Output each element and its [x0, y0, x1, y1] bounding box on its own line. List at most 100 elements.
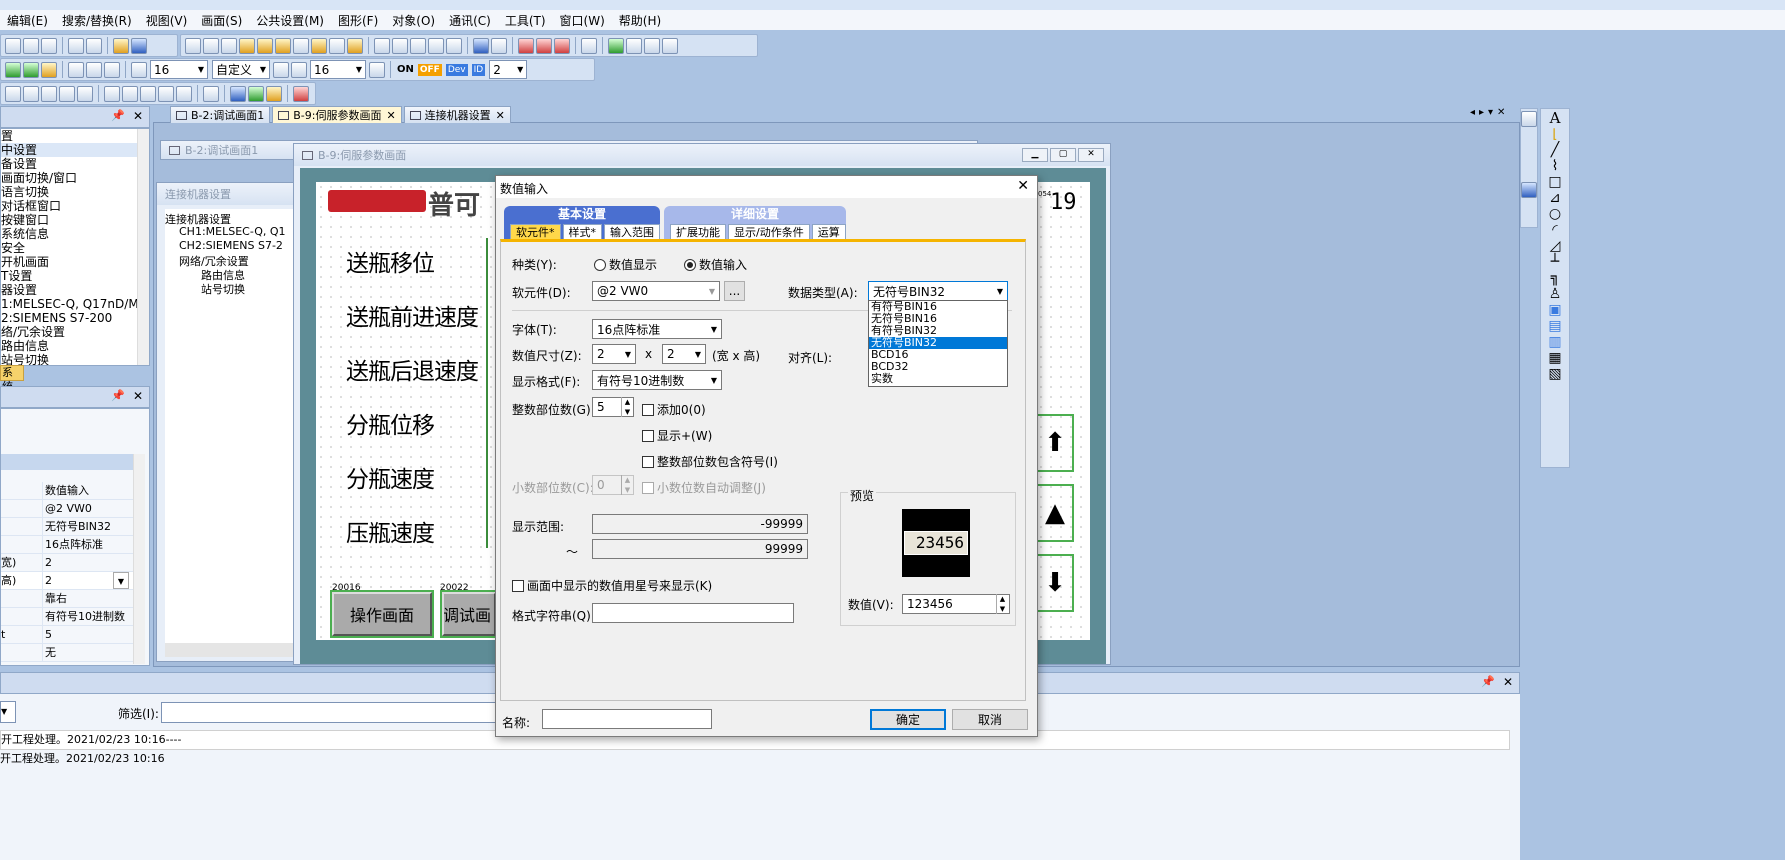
tree-item[interactable]: 络/冗余设置 [1, 325, 149, 339]
arc-tool-icon[interactable]: ◜ [1541, 222, 1569, 238]
tree-item[interactable]: 器设置 [1, 283, 149, 297]
group-icon[interactable] [23, 85, 39, 102]
menu-figure[interactable]: 图形(F) [331, 12, 385, 29]
line-tool-icon[interactable]: ╱ [1541, 142, 1569, 158]
property-row[interactable]: 有符号10进制数 [1, 608, 133, 626]
select-cursor-icon[interactable] [113, 37, 129, 54]
property-row[interactable]: 无 [1, 644, 133, 662]
menu-help[interactable]: 帮助(H) [612, 12, 668, 29]
image-tool-icon[interactable]: ▣ [1541, 302, 1569, 318]
layout-icon[interactable] [392, 37, 408, 54]
property-scrollbar[interactable] [133, 454, 145, 664]
size-width-combo[interactable]: 2 ▼ [592, 344, 636, 364]
menu-window[interactable]: 窗口(W) [553, 12, 612, 29]
simulate-icon[interactable] [626, 37, 642, 54]
data-icon[interactable] [473, 37, 489, 54]
menu-comm[interactable]: 通讯(C) [442, 12, 498, 29]
arrow-icon[interactable] [266, 85, 282, 102]
layout-icon[interactable] [374, 37, 390, 54]
on-toggle[interactable]: ON [397, 64, 414, 75]
window-icon[interactable] [203, 37, 219, 54]
transfer-icon[interactable] [536, 37, 552, 54]
window-icon[interactable] [221, 37, 237, 54]
data-browser-icon[interactable] [1521, 182, 1537, 198]
device-combo[interactable]: @2 VW0 ▼ [592, 281, 720, 301]
forward-icon[interactable] [23, 61, 39, 78]
menu-view[interactable]: 视图(V) [139, 12, 195, 29]
tree-item[interactable]: 按键窗口 [1, 213, 149, 227]
tab-operation[interactable]: 运算 [811, 224, 846, 239]
property-row[interactable]: 宽) 2 [1, 554, 133, 572]
id-toggle[interactable]: ID [471, 63, 486, 76]
transfer-icon[interactable] [518, 37, 534, 54]
zoom-out-icon[interactable] [291, 61, 307, 78]
tab-system[interactable]: 系统 [0, 365, 24, 393]
group-tool-icon[interactable]: ▦ [1541, 350, 1569, 366]
object-icon[interactable] [329, 37, 345, 54]
line-color-icon[interactable] [68, 61, 84, 78]
down-arrow-icon[interactable]: ⬇ [1036, 554, 1074, 612]
point-edit-icon[interactable] [203, 85, 219, 102]
property-row[interactable]: 靠右 [1, 590, 133, 608]
arrow-icon[interactable] [248, 85, 264, 102]
menu-object[interactable]: 对象(O) [385, 12, 442, 29]
screen-icon[interactable] [41, 61, 57, 78]
property-row[interactable]: t5 [1, 626, 133, 644]
zoom-in-icon[interactable] [273, 61, 289, 78]
tree-item[interactable]: 开机画面 [1, 255, 149, 269]
pin-icon[interactable]: 📌 [111, 389, 125, 402]
library-icon[interactable] [1521, 111, 1537, 127]
dropdown-option[interactable]: 实数 [869, 373, 1007, 385]
tab-style[interactable]: 样式* [562, 224, 602, 239]
window-icon[interactable] [185, 37, 201, 54]
value-input[interactable]: 123456 [902, 594, 1010, 614]
layout-icon[interactable] [410, 37, 426, 54]
conn-tree-root[interactable]: 连接机器设置 [165, 211, 295, 226]
output-combo[interactable]: ▼ [0, 701, 16, 723]
dxf-tool-icon[interactable]: ▤ [1541, 318, 1569, 334]
close-icon[interactable]: ✕ [496, 109, 505, 122]
tree-item[interactable]: 语言切换 [1, 185, 149, 199]
menu-search[interactable]: 搜索/替换(R) [55, 12, 139, 29]
ungroup-tool-icon[interactable]: ▧ [1541, 366, 1569, 382]
checkbox-add-zero[interactable]: 添加0(0) [642, 401, 706, 418]
tree-scrollbar[interactable] [137, 129, 149, 365]
radio-numeric-input[interactable]: 数值输入 [684, 256, 747, 273]
tab-display-action[interactable]: 显示/动作条件 [728, 224, 810, 239]
checkbox-include-sign[interactable]: 整数部位数包含符号(I) [642, 453, 778, 470]
edit-icon[interactable] [5, 85, 21, 102]
tab-b2-debug[interactable]: B-2:调试画面1 [170, 106, 271, 123]
device-browse-button[interactable]: ... [724, 281, 745, 301]
object-icon[interactable] [275, 37, 291, 54]
simulate-icon[interactable] [662, 37, 678, 54]
circle-tool-icon[interactable]: ○ [1541, 206, 1569, 222]
undo-icon[interactable] [68, 37, 84, 54]
tree-item[interactable]: 安全 [1, 241, 149, 255]
tab-nav-icons[interactable]: ◂▸▾✕ [1470, 107, 1509, 118]
flip-icon[interactable] [158, 85, 174, 102]
style-combo[interactable]: 自定义 ▼ [212, 60, 270, 79]
rotate-icon[interactable] [104, 85, 120, 102]
flip-icon[interactable] [176, 85, 192, 102]
pipe-tool-icon[interactable]: ╗ [1541, 270, 1569, 286]
object-icon[interactable] [347, 37, 363, 54]
import-tool-icon[interactable]: ▥ [1541, 334, 1569, 350]
object-icon[interactable] [257, 37, 273, 54]
integer-digits-spinner[interactable]: ▲ ▼ [621, 397, 633, 417]
menu-common[interactable]: 公共设置(M) [249, 12, 331, 29]
checkbox-decimal-auto[interactable]: 小数位数自动调整(J) [642, 479, 766, 496]
font-combo[interactable]: 16点阵标准 ▼ [592, 319, 722, 339]
object-icon[interactable] [239, 37, 255, 54]
data-icon[interactable] [491, 37, 507, 54]
property-row[interactable]: 无符号BIN32 [1, 518, 133, 536]
filter-input[interactable] [161, 702, 499, 723]
size-height-combo[interactable]: 2 ▼ [662, 344, 706, 364]
conn-tree-network[interactable]: 网络/冗余设置 [165, 253, 295, 268]
tree-item[interactable]: 1:MELSEC-Q, Q17nD/M [1, 297, 149, 311]
close-icon[interactable]: ✕ [133, 109, 143, 123]
close-button[interactable]: ✕ [1078, 148, 1104, 162]
pin-icon[interactable]: 📌 [111, 109, 125, 122]
conn-tree-ch2[interactable]: CH2:SIEMENS S7-2 [165, 239, 295, 253]
tree-item[interactable]: 对话框窗口 [1, 199, 149, 213]
text-size-combo[interactable]: 16 ▼ [310, 60, 366, 79]
